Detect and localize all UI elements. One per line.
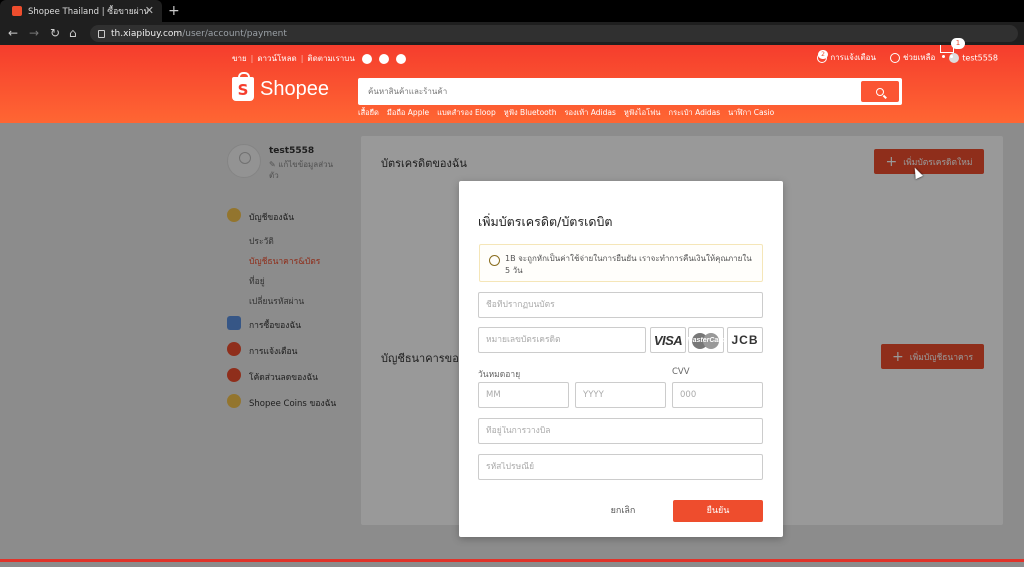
expiry-month-field xyxy=(478,382,569,408)
suggestion-link[interactable]: กระเป๋า Adidas xyxy=(669,107,721,119)
expiry-year-field xyxy=(575,382,666,408)
top-right-nav: การแจ้งเตือน ช่วยเหลือ test5558 xyxy=(817,51,998,64)
suggestion-link[interactable]: เสื้อยืด xyxy=(358,107,379,119)
suggestion-link[interactable]: หูฟังไอโฟน xyxy=(624,107,661,119)
cvv-input[interactable] xyxy=(680,390,762,400)
notification-count-badge: 2 xyxy=(818,50,828,59)
line-icon[interactable] xyxy=(395,53,406,64)
logo-text: Shopee xyxy=(260,77,329,100)
jcb-logo: JCB xyxy=(727,327,763,353)
cancel-button[interactable]: ยกเลิก xyxy=(605,500,641,522)
billing-address-field xyxy=(478,418,763,444)
expiry-label: วันหมดอายุ xyxy=(478,370,521,380)
expiry-month-input[interactable] xyxy=(486,390,568,400)
top-links: ขาย | ดาวน์โหลด | ติดตามเราบน xyxy=(232,52,406,65)
suggestion-link[interactable]: นาฬิกา Casio xyxy=(728,107,774,119)
suggestion-link[interactable]: มือถือ Apple xyxy=(387,107,429,119)
help-link[interactable]: ช่วยเหลือ xyxy=(889,51,936,64)
search-button[interactable] xyxy=(861,81,899,102)
cart-count-badge: 1 xyxy=(951,38,965,49)
address-bar-row: ← → ↻ ⌂ th.xiapibuy.com /user/account/pa… xyxy=(0,22,1024,45)
verification-notice: 1B จะถูกหักเป็นค่าใช้จ่ายในการยืนยัน เรา… xyxy=(479,244,763,282)
coin-icon xyxy=(489,255,500,266)
facebook-icon[interactable] xyxy=(361,53,372,64)
search-input[interactable] xyxy=(368,87,861,96)
browser-tab[interactable]: Shopee Thailand | ซื้อขายผ่านมือถือ ✕ xyxy=(0,0,162,22)
site-header: ขาย | ดาวน์โหลด | ติดตามเราบน การแจ้งเตื… xyxy=(0,45,1024,123)
postal-code-field xyxy=(478,454,763,480)
card-number-field xyxy=(478,327,646,353)
reload-icon[interactable]: ↻ xyxy=(50,26,60,40)
suggestion-link[interactable]: แบตสำรอง Eloop xyxy=(437,107,496,119)
search-suggestions: เสื้อยืด มือถือ Apple แบตสำรอง Eloop หูฟ… xyxy=(358,107,774,119)
lock-icon xyxy=(98,29,105,38)
suggestion-link[interactable]: รองเท้า Adidas xyxy=(564,107,615,119)
cvv-field xyxy=(672,382,763,408)
home-icon[interactable]: ⌂ xyxy=(69,26,77,40)
add-card-modal xyxy=(459,181,783,537)
forward-icon[interactable]: → xyxy=(29,26,39,40)
cvv-label: CVV xyxy=(672,367,690,377)
divider: | xyxy=(300,54,304,63)
mastercard-text: MasterCard xyxy=(686,336,726,344)
billing-address-input[interactable] xyxy=(486,426,762,436)
back-icon[interactable]: ← xyxy=(8,26,18,40)
url-host: th.xiapibuy.com xyxy=(111,28,183,39)
search-bar xyxy=(358,78,902,105)
tab-title: Shopee Thailand | ซื้อขายผ่านมือถือ xyxy=(28,7,148,17)
download-link[interactable]: ดาวน์โหลด xyxy=(257,52,296,65)
shopee-logo[interactable]: S Shopee xyxy=(232,72,329,101)
notice-text: 1B จะถูกหักเป็นค่าใช้จ่ายในการยืนยัน เรา… xyxy=(505,254,752,275)
close-tab-icon[interactable]: ✕ xyxy=(145,4,154,17)
url-path: /user/account/payment xyxy=(182,28,287,39)
new-tab-icon[interactable]: + xyxy=(168,3,180,19)
help-icon xyxy=(889,52,900,63)
cardholder-name-field xyxy=(478,292,763,318)
browser-tabbar: Shopee Thailand | ซื้อขายผ่านมือถือ ✕ + xyxy=(0,0,1024,22)
shopee-favicon-icon xyxy=(12,6,22,16)
notifications-label: การแจ้งเตือน xyxy=(830,53,876,62)
help-label: ช่วยเหลือ xyxy=(902,53,936,62)
postal-code-input[interactable] xyxy=(486,462,762,472)
visa-logo: VISA xyxy=(650,327,686,353)
divider: | xyxy=(250,54,254,63)
header-username: test5558 xyxy=(962,53,998,62)
card-number-input[interactable] xyxy=(486,335,645,345)
mastercard-logo: MasterCard xyxy=(686,327,726,353)
sell-link[interactable]: ขาย xyxy=(232,52,247,65)
suggestion-link[interactable]: หูฟัง Bluetooth xyxy=(504,107,557,119)
confirm-button[interactable]: ยืนยัน xyxy=(673,500,763,522)
instagram-icon[interactable] xyxy=(378,53,389,64)
follow-us-label: ติดตามเราบน xyxy=(307,54,355,63)
url-field[interactable]: th.xiapibuy.com /user/account/payment xyxy=(90,25,1018,42)
modal-title: เพิ่มบัตรเครดิต/บัตรเดบิต xyxy=(478,214,613,229)
shopping-bag-icon: S xyxy=(232,72,254,101)
footer-border xyxy=(0,559,1024,562)
expiry-year-input[interactable] xyxy=(583,390,665,400)
search-icon xyxy=(876,87,884,96)
cardholder-name-input[interactable] xyxy=(486,300,762,310)
